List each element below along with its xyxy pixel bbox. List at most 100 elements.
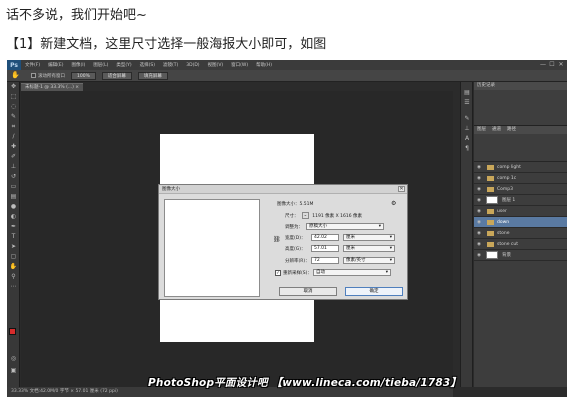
menu-file[interactable]: 文件(F) [21, 62, 44, 68]
eye-icon[interactable]: ◉ [477, 220, 483, 225]
type-tool-icon[interactable]: T [7, 232, 20, 242]
hand-tool-side-icon[interactable]: ✋ [7, 262, 20, 272]
height-unit: 厘米 [346, 246, 355, 251]
menu-edit[interactable]: 编辑(E) [44, 62, 67, 68]
image-preview [164, 199, 260, 297]
path-select-tool-icon[interactable]: ➤ [7, 242, 20, 252]
clone-panel-icon[interactable]: ⊥ [461, 124, 473, 134]
layer-row[interactable]: ◉ 图层 1 [474, 195, 567, 206]
resolution-unit-select[interactable]: 像素/英寸 ▾ [343, 257, 395, 264]
move-tool-icon[interactable]: ✥ [7, 82, 20, 92]
history-brush-tool-icon[interactable]: ↺ [7, 172, 20, 182]
layer-row[interactable]: ◉ down [474, 217, 567, 228]
menu-type[interactable]: 类型(Y) [112, 62, 135, 68]
resolution-input[interactable]: 72 [311, 257, 339, 264]
resample-select[interactable]: 自动 ▾ [313, 269, 391, 276]
dialog-close-icon[interactable]: ✕ [398, 186, 405, 192]
menu-image[interactable]: 图像(I) [67, 62, 89, 68]
eye-icon[interactable]: ◉ [477, 231, 483, 236]
height-row: 高度(G)： 57.01 厘米 ▾ [285, 245, 395, 252]
paragraph-panel-icon[interactable]: ¶ [461, 144, 473, 154]
eye-icon[interactable]: ◉ [477, 165, 483, 170]
crop-tool-icon[interactable]: ⌗ [7, 122, 20, 132]
ok-button[interactable]: 确定 [345, 287, 403, 296]
healing-tool-icon[interactable]: ✚ [7, 142, 20, 152]
layer-row[interactable]: ◉ stone cut [474, 239, 567, 250]
width-row: 宽度(D)： 42.02 厘米 ▾ [285, 234, 395, 241]
maximize-icon[interactable]: ☐ [548, 61, 556, 69]
eye-icon[interactable]: ◉ [477, 176, 483, 181]
layer-row[interactable]: ◉ stone [474, 228, 567, 239]
menu-filter[interactable]: 滤镜(T) [159, 62, 182, 68]
history-panel-tab[interactable]: 历史记录 [474, 82, 567, 90]
properties-panel-icon[interactable]: ☰ [461, 98, 473, 108]
menu-layer[interactable]: 图层(L) [89, 62, 112, 68]
eraser-tool-icon[interactable]: ▭ [7, 182, 20, 192]
eye-icon[interactable]: ◉ [477, 187, 483, 192]
gradient-tool-icon[interactable]: ▤ [7, 192, 20, 202]
dimensions-dropdown-icon[interactable]: ⌄ [301, 212, 310, 219]
layer-row[interactable]: ◉ Comp3 [474, 184, 567, 195]
document-tab[interactable]: 未标题-1 @ 33.3% (...) × [21, 83, 84, 91]
menu-window[interactable]: 窗口(W) [227, 62, 252, 68]
character-panel-icon[interactable]: A [461, 134, 473, 144]
zoom-tool-icon[interactable]: ⚲ [7, 272, 20, 282]
menu-select[interactable]: 选择(S) [136, 62, 159, 68]
eye-icon[interactable]: ◉ [477, 209, 483, 214]
hand-tool-icon[interactable]: ✋ [11, 71, 27, 80]
stamp-tool-icon[interactable]: ⊥ [7, 162, 20, 172]
quick-select-tool-icon[interactable]: ✎ [7, 112, 20, 122]
layer-row[interactable]: ◉ comp light [474, 162, 567, 173]
screen-mode-icon[interactable]: ▣ [7, 366, 20, 376]
fill-screen-button[interactable]: 填充屏幕 [137, 71, 168, 80]
tab-layers[interactable]: 图层 [474, 126, 489, 134]
height-unit-select[interactable]: 厘米 ▾ [343, 245, 395, 252]
eye-icon[interactable]: ◉ [477, 198, 483, 203]
zoom-100-button[interactable]: 100% [71, 71, 96, 80]
more-tools-icon[interactable]: ⋯ [7, 282, 20, 292]
menu-view[interactable]: 视图(V) [204, 62, 228, 68]
folder-icon [487, 164, 494, 170]
resample-checkbox[interactable]: ✓ [275, 269, 281, 276]
brush-tool-icon[interactable]: ✐ [7, 152, 20, 162]
gear-icon[interactable]: ⚙ [391, 200, 396, 207]
history-panel-icon[interactable]: ▤ [461, 88, 473, 98]
constrain-link-icon[interactable]: ⛓ [273, 236, 281, 243]
image-size-dialog: 图像大小 ✕ 图像大小： 5.51M ⚙ 尺寸： ⌄ 1191 像素 X 161… [158, 184, 408, 300]
chevron-down-icon: ▾ [389, 258, 392, 263]
layer-row[interactable]: ◉ user [474, 206, 567, 217]
layer-row[interactable]: ◉ 背景 [474, 250, 567, 261]
intro-line-2: 【1】新建文档，这里尺寸选择一般海报大小即可，如图 [6, 37, 327, 52]
quick-mask-icon[interactable]: ◎ [7, 354, 20, 364]
folder-icon [487, 175, 494, 181]
blur-tool-icon[interactable]: ● [7, 202, 20, 212]
layer-name: comp 1c [497, 175, 517, 181]
height-input[interactable]: 57.01 [311, 245, 339, 252]
menu-help[interactable]: 帮助(H) [252, 62, 276, 68]
eye-icon[interactable]: ◉ [477, 242, 483, 247]
close-window-icon[interactable]: ✕ [557, 61, 565, 69]
menu-3d[interactable]: 3D(D) [182, 63, 203, 68]
marquee-tool-icon[interactable]: ⬚ [7, 92, 20, 102]
lasso-tool-icon[interactable]: ◌ [7, 102, 20, 112]
foreground-color-swatch[interactable] [9, 328, 16, 335]
eyedropper-tool-icon[interactable]: ∕ [7, 132, 20, 142]
scroll-all-checkbox[interactable] [31, 73, 36, 78]
fit-to-label: 调整为： [285, 224, 303, 230]
minimize-icon[interactable]: — [539, 61, 547, 69]
tools-panel: ✥ ⬚ ◌ ✎ ⌗ ∕ ✚ ✐ ⊥ ↺ ▭ ▤ ● ◐ ✒ T ➤ ▢ ✋ ⚲ … [7, 82, 20, 387]
fit-screen-button[interactable]: 适合屏幕 [101, 71, 132, 80]
shape-tool-icon[interactable]: ▢ [7, 252, 20, 262]
brush-panel-icon[interactable]: ✎ [461, 114, 473, 124]
width-input[interactable]: 42.02 [311, 234, 339, 241]
cancel-button[interactable]: 取消 [279, 287, 337, 296]
tab-paths[interactable]: 路径 [504, 126, 519, 134]
width-unit-select[interactable]: 厘米 ▾ [343, 234, 395, 241]
fit-to-select[interactable]: 原稿大小 ▾ [306, 223, 384, 230]
dialog-title-bar: 图像大小 ✕ [159, 185, 407, 194]
tab-channels[interactable]: 通道 [489, 126, 504, 134]
eye-icon[interactable]: ◉ [477, 253, 483, 258]
dodge-tool-icon[interactable]: ◐ [7, 212, 20, 222]
layer-row[interactable]: ◉ comp 1c [474, 173, 567, 184]
pen-tool-icon[interactable]: ✒ [7, 222, 20, 232]
